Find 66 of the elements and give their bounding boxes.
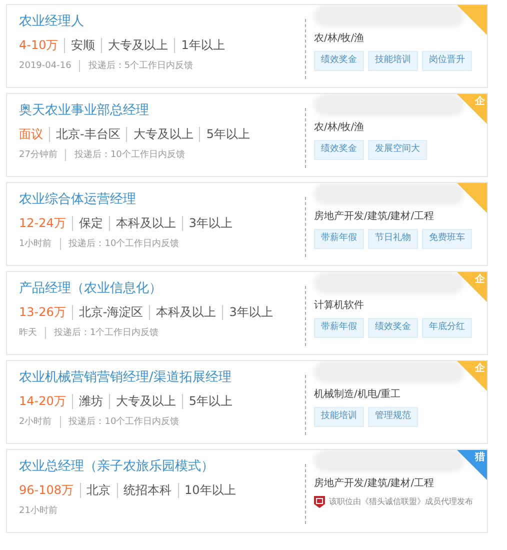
industry-text: 房地产开发/建筑/建材/工程 bbox=[314, 210, 436, 224]
welfare-tag: 免费班车 bbox=[422, 229, 472, 248]
post-time: 27分钟前 bbox=[19, 149, 58, 161]
welfare-tag: 带薪年假 bbox=[314, 318, 364, 338]
job-title[interactable]: 农业经理人 bbox=[19, 13, 305, 31]
job-detail: 本科及以上 bbox=[149, 305, 222, 320]
feedback-text: 投递后：1个工作日内反馈 bbox=[45, 327, 159, 339]
job-detail: 5年以上 bbox=[182, 394, 239, 409]
job-detail: 1年以上 bbox=[174, 38, 231, 53]
job-detail: 北京 bbox=[80, 483, 117, 498]
job-detail: 大专及以上 bbox=[108, 394, 182, 409]
post-time: 2小时前 bbox=[19, 416, 53, 428]
post-time: 1小时前 bbox=[19, 238, 53, 250]
job-detail: 大专及以上 bbox=[101, 38, 174, 53]
badge-label: 企 bbox=[475, 363, 485, 374]
welfare-tag: 技能培训 bbox=[314, 407, 364, 426]
welfare-tag: 发展空间大 bbox=[368, 140, 427, 160]
job-detail: 3年以上 bbox=[222, 305, 279, 320]
salary-text: 面议 bbox=[19, 127, 44, 142]
feedback-text: 投递后：5个工作日内反馈 bbox=[79, 60, 194, 72]
job-detail: 5年以上 bbox=[199, 127, 256, 142]
industry-text: 农/林/牧/渔 bbox=[314, 32, 366, 46]
job-detail: 10年以上 bbox=[178, 483, 242, 498]
industry-text: 农/林/牧/渔 bbox=[314, 121, 366, 135]
job-detail: 大专及以上 bbox=[126, 127, 200, 142]
welfare-tag: 年底分红 bbox=[422, 318, 472, 338]
welfare-tag: 带薪年假 bbox=[314, 229, 364, 248]
job-detail: 3年以上 bbox=[182, 216, 239, 231]
welfare-tag: 岗位晋升 bbox=[422, 51, 472, 70]
welfare-tag: 绩效奖金 bbox=[314, 51, 364, 70]
badge-label: 猎 bbox=[475, 452, 485, 463]
feedback-text: 投递后：10个工作日内反馈 bbox=[65, 149, 185, 161]
welfare-tag: 节日礼物 bbox=[368, 229, 418, 248]
badge-label: 企 bbox=[475, 274, 485, 285]
job-detail: 北京-海淀区 bbox=[72, 305, 150, 320]
welfare-tag: 管理规范 bbox=[368, 407, 418, 426]
industry-text: 房地产开发/建筑/建材/工程 bbox=[314, 477, 436, 491]
job-detail: 北京-丰台区 bbox=[49, 127, 126, 142]
job-detail: 潍坊 bbox=[72, 394, 109, 409]
job-detail: 统招本科 bbox=[116, 483, 178, 498]
job-title[interactable]: 奥天农业事业部总经理 bbox=[19, 102, 305, 120]
job-detail: 本科及以上 bbox=[108, 216, 182, 231]
job-detail: 保定 bbox=[72, 216, 109, 231]
welfare-tag: 绩效奖金 bbox=[314, 140, 364, 160]
salary-text: 4-10万 bbox=[19, 38, 60, 53]
shield-icon bbox=[314, 496, 325, 508]
salary-text: 12-24万 bbox=[19, 216, 67, 231]
welfare-tag: 技能培训 bbox=[368, 51, 418, 70]
job-title[interactable]: 农业综合体运营经理 bbox=[19, 191, 305, 209]
industry-text: 计算机软件 bbox=[314, 299, 365, 313]
job-title[interactable]: 农业机械营销营销经理/渠道拓展经理 bbox=[19, 369, 305, 387]
feedback-text: 投递后：10个工作日内反馈 bbox=[60, 238, 180, 250]
post-time: 21小时前 bbox=[19, 505, 58, 517]
badge-label: 企 bbox=[475, 96, 485, 107]
job-title[interactable]: 农业总经理（亲子农旅乐园模式） bbox=[19, 458, 305, 476]
post-time: 2019-04-16 bbox=[19, 60, 72, 72]
industry-text: 机械制造/机电/重工 bbox=[314, 388, 402, 402]
agency-note: 该职位由《猎头诚信联盟》成员代理发布 bbox=[329, 496, 473, 508]
post-time: 昨天 bbox=[19, 327, 38, 339]
salary-text: 96-108万 bbox=[19, 483, 75, 498]
job-title[interactable]: 产品经理（农业信息化） bbox=[19, 280, 305, 298]
feedback-text: 投递后：10个工作日内反馈 bbox=[60, 416, 180, 428]
salary-text: 14-20万 bbox=[19, 394, 67, 409]
job-detail: 安顺 bbox=[64, 38, 102, 53]
welfare-tag: 绩效奖金 bbox=[368, 318, 418, 338]
salary-text: 13-26万 bbox=[19, 305, 67, 320]
